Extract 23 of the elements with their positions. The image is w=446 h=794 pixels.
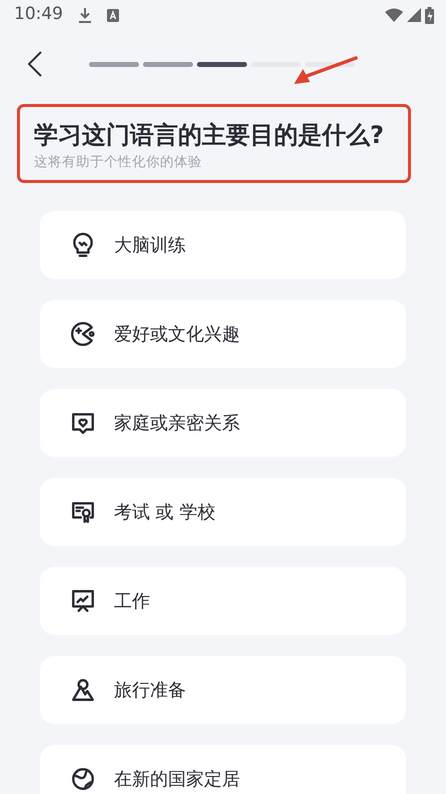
option-button[interactable]: 工作 (40, 567, 406, 636)
question-title: 学习这门语言的主要目的是什么? (34, 121, 385, 150)
option-button[interactable]: 旅行准备 (40, 656, 406, 724)
chat-heart-icon (70, 410, 96, 436)
globe-icon (70, 766, 96, 792)
option-button[interactable]: 考试 或 学校 (40, 478, 406, 546)
chevron-left-icon (28, 51, 42, 77)
question-subtitle: 这将有助于个性化你的体验 (34, 152, 203, 172)
signal-icon (407, 8, 421, 22)
keyboard-icon (107, 8, 119, 22)
option-button[interactable]: 大脑训练 (40, 211, 406, 280)
certificate-icon (70, 499, 96, 526)
bulb-icon (70, 232, 96, 258)
option-button[interactable]: 在新的国家定居 (40, 745, 406, 794)
wifi-icon (385, 8, 403, 22)
pacman-icon (70, 321, 96, 348)
status-time: 10:49 (14, 3, 63, 26)
option-button[interactable]: 家庭或亲密关系 (40, 389, 406, 458)
option-button[interactable]: 爱好或文化兴趣 (40, 300, 406, 368)
download-icon (79, 8, 91, 22)
battery-icon (425, 6, 434, 24)
presentation-chart-icon (70, 588, 96, 614)
mountain-icon (70, 677, 96, 704)
